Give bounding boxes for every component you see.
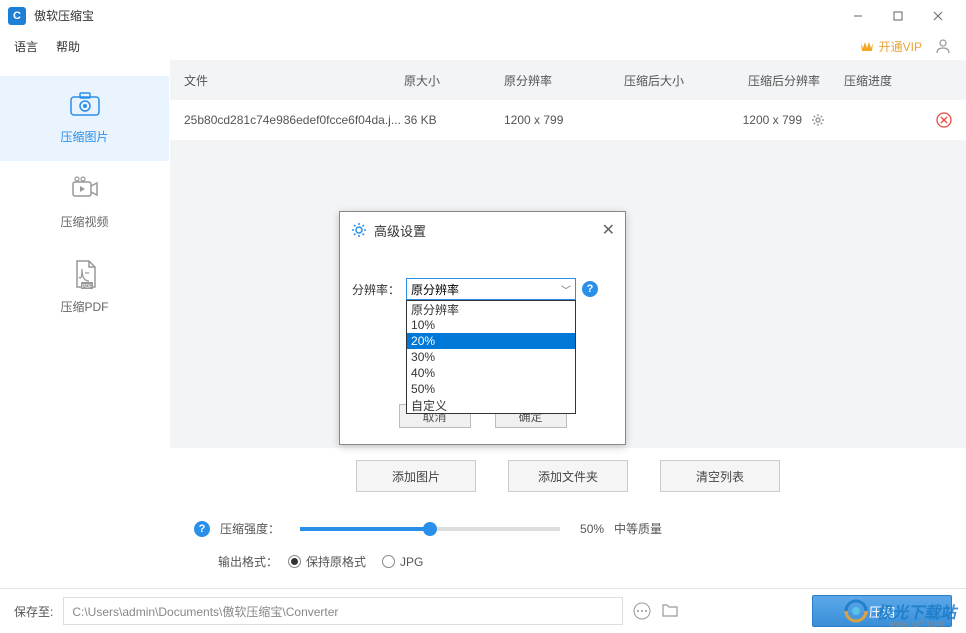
resolution-dropdown: 原分辨率 10% 20% 30% 40% 50% 自定义 — [406, 300, 576, 414]
dialog-title: 高级设置 — [374, 221, 602, 240]
cell-origres: 1200 x 799 — [504, 113, 624, 127]
pdf-icon: PDF — [69, 258, 101, 290]
dropdown-option[interactable]: 原分辨率 — [407, 301, 575, 317]
sidebar-item-image[interactable]: 压缩图片 — [0, 76, 169, 161]
sidebar-item-label: 压缩图片 — [60, 128, 108, 145]
col-header-compsize: 压缩后大小 — [624, 72, 724, 89]
compres-value: 1200 x 799 — [743, 113, 802, 127]
menu-language[interactable]: 语言 — [14, 38, 38, 55]
camera-icon — [69, 88, 101, 120]
add-image-button[interactable]: 添加图片 — [356, 460, 476, 492]
minimize-button[interactable] — [838, 0, 878, 32]
close-button[interactable] — [918, 0, 958, 32]
menu-help[interactable]: 帮助 — [56, 38, 80, 55]
radio-label: 保持原格式 — [306, 553, 366, 570]
saveto-label: 保存至: — [14, 603, 53, 620]
strength-desc: 中等质量 — [614, 520, 662, 537]
gear-icon[interactable] — [811, 113, 825, 127]
sidebar-item-label: 压缩PDF — [60, 298, 108, 315]
radio-icon — [288, 555, 301, 568]
select-value: 原分辨率 — [411, 281, 459, 298]
strength-label: 压缩强度： — [220, 520, 280, 537]
watermark-logo-icon — [842, 597, 870, 625]
strength-row: ? 压缩强度： 50% 中等质量 — [170, 512, 966, 545]
add-folder-button[interactable]: 添加文件夹 — [508, 460, 628, 492]
col-header-compres: 压缩后分辨率 — [724, 72, 844, 89]
col-header-origres: 原分辨率 — [504, 72, 624, 89]
format-label: 输出格式： — [218, 553, 278, 570]
cell-file: 25b80cd281c74e986edef0fcce6f04da.j... — [184, 113, 404, 127]
help-icon[interactable]: ? — [582, 281, 598, 297]
col-header-progress: 压缩进度 — [844, 72, 924, 89]
watermark-sub: www.xz7.com — [889, 619, 944, 629]
app-icon: C — [8, 7, 26, 25]
dropdown-option[interactable]: 20% — [407, 333, 575, 349]
radio-jpg[interactable]: JPG — [382, 555, 423, 569]
radio-keep-format[interactable]: 保持原格式 — [288, 553, 366, 570]
dropdown-option[interactable]: 自定义 — [407, 397, 575, 413]
maximize-button[interactable] — [878, 0, 918, 32]
bottombar: 保存至: 压缩 — [0, 588, 966, 633]
crown-icon — [859, 39, 875, 53]
resolution-select[interactable]: 原分辨率 ﹀ — [406, 278, 576, 300]
sidebar: 压缩图片 压缩视频 PDF 压缩PDF — [0, 60, 170, 588]
user-icon[interactable] — [934, 37, 952, 55]
sidebar-item-label: 压缩视频 — [60, 213, 108, 230]
vip-link[interactable]: 开通VIP — [859, 38, 922, 55]
folder-icon[interactable] — [661, 602, 679, 620]
chevron-down-icon: ﹀ — [561, 282, 571, 297]
col-header-origsize: 原大小 — [404, 72, 504, 89]
dropdown-option[interactable]: 30% — [407, 349, 575, 365]
strength-slider[interactable] — [300, 527, 560, 531]
table-row[interactable]: 25b80cd281c74e986edef0fcce6f04da.j... 36… — [170, 100, 966, 140]
radio-label: JPG — [400, 555, 423, 569]
col-header-file: 文件 — [184, 72, 404, 89]
menubar: 语言 帮助 开通VIP — [0, 32, 966, 60]
sidebar-item-pdf[interactable]: PDF 压缩PDF — [0, 246, 169, 331]
svg-text:PDF: PDF — [82, 284, 92, 289]
dropdown-option[interactable]: 40% — [407, 365, 575, 381]
resolution-label: 分辨率： — [352, 278, 400, 298]
action-buttons: 添加图片 添加文件夹 清空列表 — [170, 448, 966, 512]
cell-origsize: 36 KB — [404, 113, 504, 127]
cell-compres: 1200 x 799 — [724, 113, 844, 128]
path-input[interactable] — [63, 597, 623, 625]
dialog-close-button[interactable]: ✕ — [602, 220, 615, 240]
gear-icon — [350, 221, 368, 239]
sidebar-item-video[interactable]: 压缩视频 — [0, 161, 169, 246]
table-header: 文件 原大小 原分辨率 压缩后大小 压缩后分辨率 压缩进度 — [170, 60, 966, 100]
titlebar: C 傲软压缩宝 — [0, 0, 966, 32]
video-icon — [69, 173, 101, 205]
clear-list-button[interactable]: 清空列表 — [660, 460, 780, 492]
app-title: 傲软压缩宝 — [34, 7, 94, 24]
format-row: 输出格式： 保持原格式 JPG — [170, 545, 966, 588]
slider-thumb[interactable] — [423, 522, 437, 536]
strength-value: 50% — [580, 522, 604, 536]
vip-label: 开通VIP — [879, 38, 922, 55]
dialog-header: 高级设置 ✕ — [340, 212, 625, 248]
dropdown-option[interactable]: 10% — [407, 317, 575, 333]
window-controls — [838, 0, 958, 32]
help-icon[interactable]: ? — [194, 521, 210, 537]
delete-icon[interactable] — [936, 112, 952, 128]
advanced-settings-dialog: 高级设置 ✕ 分辨率： 原分辨率 ﹀ 原分辨率 10% 20% 30% 40% … — [339, 211, 626, 445]
dropdown-option[interactable]: 50% — [407, 381, 575, 397]
more-icon[interactable] — [633, 602, 651, 620]
radio-icon — [382, 555, 395, 568]
